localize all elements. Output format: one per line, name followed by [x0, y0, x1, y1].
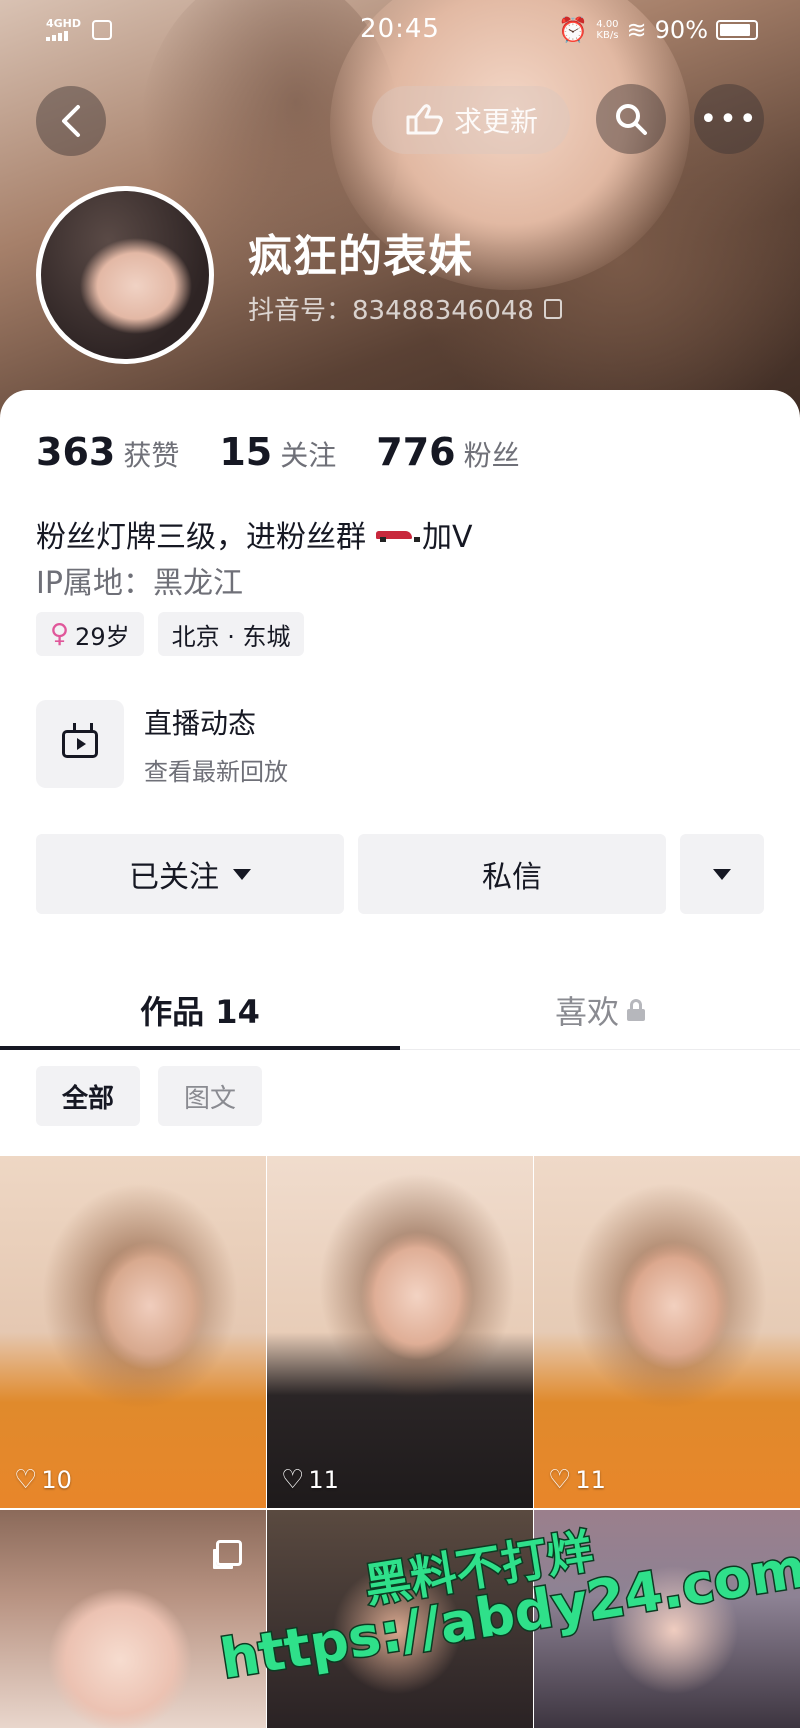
pointing-hand-icon [406, 104, 443, 135]
avatar[interactable] [36, 186, 214, 364]
live-icon-box [36, 700, 124, 788]
tab-works-label: 作品 14 [140, 992, 260, 1031]
works-grid: ♡ 10 ♡ 11 ♡ 11 [0, 1156, 800, 1728]
video-thumbnail[interactable]: ♡ 11 [267, 1156, 533, 1508]
battery-icon [716, 20, 758, 40]
profile-nickname: 疯狂的表妹 [248, 231, 473, 282]
message-button[interactable]: 私信 [358, 834, 666, 914]
like-count-value: 11 [575, 1466, 606, 1494]
followed-label: 已关注 [129, 860, 219, 895]
profile-tags: ♀ 29岁 北京 · 东城 [36, 612, 305, 656]
stat-likes-label: 获赞 [123, 439, 180, 472]
video-thumbnail[interactable] [0, 1510, 266, 1728]
female-icon: ♀ [50, 619, 70, 649]
location-tag-label: 北京 · 东城 [171, 622, 291, 651]
stat-following[interactable]: 15 关注 [219, 430, 336, 474]
heart-icon: ♡ [548, 1465, 572, 1495]
video-thumbnail[interactable]: ♡ 10 [0, 1156, 266, 1508]
works-filters: 全部 图文 [36, 1066, 263, 1126]
live-title: 直播动态 [144, 706, 257, 740]
live-subtitle: 查看最新回放 [144, 757, 288, 786]
search-icon [616, 104, 647, 135]
profile-actions: 已关注 私信 [36, 834, 764, 914]
heart-icon: ♡ [14, 1465, 38, 1495]
profile-bio: 粉丝灯牌三级，进粉丝群 加V [36, 512, 473, 556]
stat-following-value: 15 [219, 430, 273, 474]
stat-followers-label: 粉丝 [463, 439, 520, 472]
ip-location: IP属地：黑龙江 [36, 566, 243, 601]
age-tag: ♀ 29岁 [36, 612, 144, 656]
copy-icon[interactable] [543, 298, 562, 319]
more-actions-button[interactable] [680, 834, 764, 914]
followed-button[interactable]: 已关注 [36, 834, 344, 914]
message-label: 私信 [482, 860, 542, 895]
filter-picture-text[interactable]: 图文 [158, 1066, 263, 1126]
douyin-id-text: 抖音号：83488346048 [248, 296, 534, 326]
back-arrow-icon [62, 105, 80, 137]
content-tabs: 作品 14 喜欢 [0, 970, 800, 1050]
live-activity-entry[interactable]: 直播动态 查看最新回放 [36, 700, 288, 788]
race-car-emoji-icon [376, 527, 420, 542]
wifi-icon: ≋ [626, 16, 647, 44]
like-count: ♡ 10 [14, 1466, 72, 1494]
status-bar: 4GHD 20:45 ⏰ 4.00 KB/s ≋ 90% [0, 0, 800, 60]
age-tag-label: 29岁 [75, 622, 130, 651]
video-thumbnail[interactable]: ♡ 11 [534, 1156, 800, 1508]
bio-suffix: 加V [422, 520, 473, 555]
multi-image-icon [216, 1540, 242, 1566]
stat-following-label: 关注 [280, 439, 337, 472]
like-count-value: 11 [308, 1466, 339, 1494]
network-speed: 4.00 KB/s [596, 19, 618, 41]
like-count: ♡ 11 [548, 1466, 606, 1494]
douyin-id[interactable]: 抖音号：83488346048 [248, 290, 562, 327]
caret-down-icon [233, 868, 251, 880]
location-tag: 北京 · 东城 [157, 612, 305, 656]
caret-down-icon [713, 868, 731, 880]
profile-stats: 363 获赞 15 关注 776 粉丝 [36, 430, 560, 474]
search-button[interactable] [596, 84, 666, 154]
live-text: 直播动态 查看最新回放 [144, 702, 288, 787]
like-count-value: 10 [41, 1466, 72, 1494]
video-thumbnail[interactable] [267, 1510, 533, 1728]
tv-icon [62, 730, 98, 758]
stat-followers-value: 776 [376, 430, 456, 474]
request-update-button[interactable]: 求更新 [372, 86, 570, 154]
stat-followers[interactable]: 776 粉丝 [376, 430, 519, 474]
more-icon: ••• [699, 101, 759, 137]
filter-all[interactable]: 全部 [36, 1066, 141, 1126]
status-right: ⏰ 4.00 KB/s ≋ 90% [558, 16, 758, 44]
tab-likes[interactable]: 喜欢 [400, 970, 800, 1049]
alarm-icon: ⏰ [558, 16, 589, 44]
tab-works[interactable]: 作品 14 [0, 970, 400, 1050]
more-button[interactable]: ••• [694, 84, 764, 154]
stat-likes-value: 363 [36, 430, 116, 474]
heart-icon: ♡ [281, 1465, 305, 1495]
bio-text: 粉丝灯牌三级，进粉丝群 [36, 520, 366, 555]
video-thumbnail[interactable] [534, 1510, 800, 1728]
stat-likes[interactable]: 363 获赞 [36, 430, 179, 474]
battery-percent: 90% [654, 16, 708, 44]
network-speed-unit: KB/s [596, 30, 619, 41]
lock-icon [627, 998, 645, 1021]
like-count: ♡ 11 [281, 1466, 339, 1494]
tab-likes-label: 喜欢 [554, 992, 619, 1031]
back-button[interactable] [36, 86, 106, 156]
request-update-label: 求更新 [453, 105, 538, 138]
network-speed-value: 4.00 [596, 19, 619, 30]
